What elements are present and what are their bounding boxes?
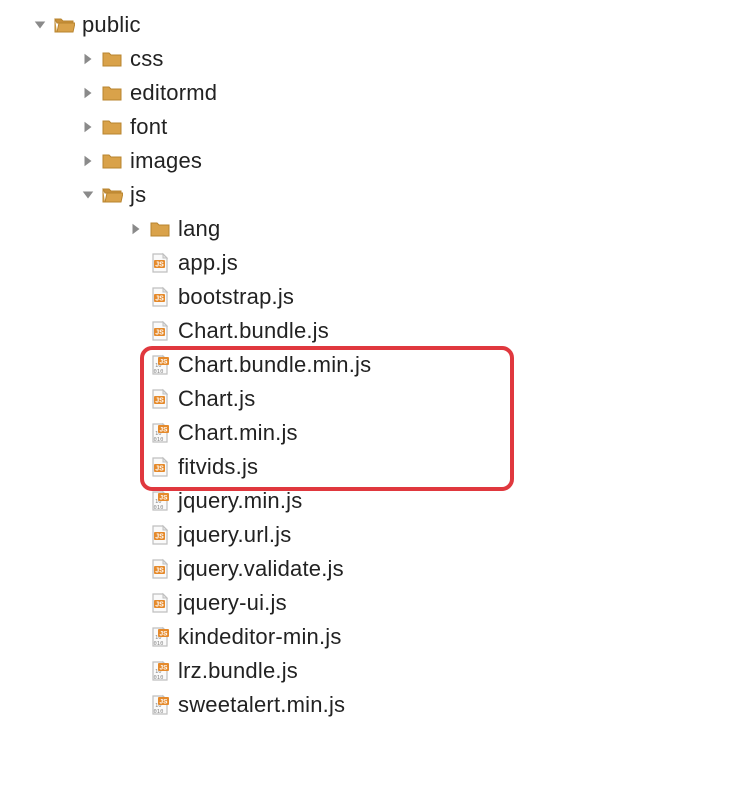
tree-folder[interactable]: lang [0, 212, 748, 246]
tree-item-label: jquery.min.js [178, 488, 302, 514]
folder-icon [100, 115, 124, 139]
js-file-icon [148, 557, 172, 581]
tree-item-label: bootstrap.js [178, 284, 294, 310]
tree-folder[interactable]: font [0, 110, 748, 144]
tree-item-label: public [82, 12, 141, 38]
tree-file[interactable]: bootstrap.js [0, 280, 748, 314]
tree-item-label: font [130, 114, 168, 140]
tree-file[interactable]: Chart.bundle.min.js [0, 348, 748, 382]
tree-item-label: sweetalert.min.js [178, 692, 345, 718]
folder-icon [100, 47, 124, 71]
tree-item-label: jquery.validate.js [178, 556, 344, 582]
tree-item-label: editormd [130, 80, 217, 106]
disclosure-down-icon[interactable] [30, 15, 50, 35]
tree-item-label: jquery.url.js [178, 522, 291, 548]
disclosure-right-icon[interactable] [78, 83, 98, 103]
tree-file[interactable]: kindeditor-min.js [0, 620, 748, 654]
tree-file[interactable]: app.js [0, 246, 748, 280]
file-tree: public css editormd font images js lang app.js b… [0, 8, 748, 722]
tree-file[interactable]: lrz.bundle.js [0, 654, 748, 688]
tree-item-label: js [130, 182, 146, 208]
disclosure-right-icon[interactable] [78, 117, 98, 137]
tree-folder[interactable]: css [0, 42, 748, 76]
js-file-icon [148, 523, 172, 547]
tree-file[interactable]: jquery.min.js [0, 484, 748, 518]
tree-folder[interactable]: editormd [0, 76, 748, 110]
js-minified-file-icon [148, 625, 172, 649]
disclosure-down-icon[interactable] [78, 185, 98, 205]
js-minified-file-icon [148, 693, 172, 717]
tree-file[interactable]: sweetalert.min.js [0, 688, 748, 722]
tree-item-label: images [130, 148, 202, 174]
tree-item-label: kindeditor-min.js [178, 624, 342, 650]
js-file-icon [148, 455, 172, 479]
js-file-icon [148, 387, 172, 411]
tree-file[interactable]: jquery-ui.js [0, 586, 748, 620]
js-minified-file-icon [148, 421, 172, 445]
folder-icon [100, 81, 124, 105]
tree-file[interactable]: jquery.url.js [0, 518, 748, 552]
js-minified-file-icon [148, 659, 172, 683]
tree-item-label: fitvids.js [178, 454, 258, 480]
tree-file[interactable]: Chart.min.js [0, 416, 748, 450]
tree-item-label: app.js [178, 250, 238, 276]
js-file-icon [148, 251, 172, 275]
tree-folder[interactable]: public [0, 8, 748, 42]
tree-folder[interactable]: js [0, 178, 748, 212]
tree-item-label: css [130, 46, 164, 72]
tree-file[interactable]: Chart.js [0, 382, 748, 416]
folder-open-icon [52, 13, 76, 37]
folder-open-icon [100, 183, 124, 207]
tree-item-label: Chart.bundle.js [178, 318, 329, 344]
tree-item-label: Chart.min.js [178, 420, 298, 446]
tree-file[interactable]: jquery.validate.js [0, 552, 748, 586]
js-file-icon [148, 285, 172, 309]
tree-item-label: Chart.bundle.min.js [178, 352, 371, 378]
js-file-icon [148, 591, 172, 615]
js-file-icon [148, 319, 172, 343]
tree-item-label: lrz.bundle.js [178, 658, 298, 684]
tree-item-label: Chart.js [178, 386, 255, 412]
js-minified-file-icon [148, 353, 172, 377]
disclosure-right-icon[interactable] [78, 49, 98, 69]
js-minified-file-icon [148, 489, 172, 513]
disclosure-right-icon[interactable] [78, 151, 98, 171]
folder-icon [100, 149, 124, 173]
disclosure-right-icon[interactable] [126, 219, 146, 239]
tree-file[interactable]: Chart.bundle.js [0, 314, 748, 348]
tree-folder[interactable]: images [0, 144, 748, 178]
folder-icon [148, 217, 172, 241]
tree-item-label: lang [178, 216, 220, 242]
tree-file[interactable]: fitvids.js [0, 450, 748, 484]
tree-item-label: jquery-ui.js [178, 590, 287, 616]
